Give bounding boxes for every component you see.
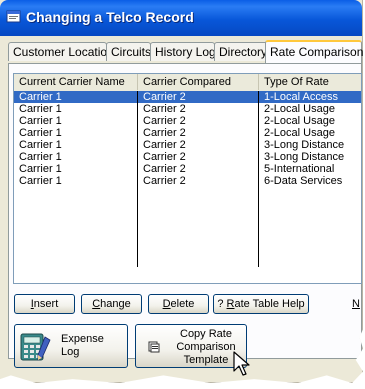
help-prefix: ? — [217, 298, 227, 310]
table-row[interactable]: Carrier 1 Carrier 2 1-Local Access — [14, 91, 361, 103]
cell-current-carrier: Carrier 1 — [19, 175, 62, 187]
rate-comparison-list[interactable]: Current Carrier Name Carrier Compared Ty… — [13, 73, 362, 284]
cell-current-carrier: Carrier 1 — [19, 127, 62, 139]
cell-type-of-rate: 2-Local Usage — [264, 115, 335, 127]
cell-current-carrier: Carrier 1 — [19, 151, 62, 163]
change-button[interactable]: Change — [81, 294, 142, 314]
table-row[interactable]: Carrier 1 Carrier 2 3-Long Distance — [14, 151, 361, 163]
copy-line-1: Copy Rate — [180, 328, 232, 340]
cell-carrier-compared: Carrier 2 — [143, 175, 186, 187]
list-body: Carrier 1 Carrier 2 1-Local Access Carrier … — [14, 91, 361, 187]
column-header-current-carrier[interactable]: Current Carrier Name — [14, 74, 138, 90]
table-row[interactable]: Carrier 1 Carrier 2 3-Long Distance — [14, 139, 361, 151]
mouse-pointer-icon — [233, 351, 250, 376]
rate-table-help-button[interactable]: ? Rate Table Help — [213, 294, 309, 314]
change-label: hange — [100, 298, 131, 310]
expense-log-button[interactable]: Expense Log — [14, 324, 128, 368]
cell-type-of-rate: 1-Local Access — [264, 91, 338, 103]
tab-directory[interactable]: Directory — [214, 42, 268, 61]
table-row[interactable]: Carrier 1 Carrier 2 2-Local Usage — [14, 103, 361, 115]
column-divider — [137, 91, 138, 267]
list-header: Current Carrier Name Carrier Compared Ty… — [14, 74, 361, 92]
table-row[interactable]: Carrier 1 Carrier 2 5-International — [14, 163, 361, 175]
column-divider — [258, 91, 259, 267]
delete-label: elete — [170, 298, 195, 310]
cell-current-carrier: Carrier 1 — [19, 91, 62, 103]
insert-button[interactable]: Insert — [14, 294, 75, 314]
tab-circuits[interactable]: Circuits — [106, 42, 151, 61]
window-title: Changing a Telco Record — [26, 9, 194, 25]
tab-history-log[interactable]: History Log — [150, 42, 216, 61]
table-row[interactable]: Carrier 1 Carrier 2 2-Local Usage — [14, 127, 361, 139]
cell-carrier-compared: Carrier 2 — [143, 91, 186, 103]
cell-type-of-rate: 3-Long Distance — [264, 139, 345, 151]
cell-current-carrier: Carrier 1 — [19, 163, 62, 175]
cell-type-of-rate: 6-Data Services — [264, 175, 343, 187]
cell-current-carrier: Carrier 1 — [19, 103, 62, 115]
expense-line-2: Log — [61, 346, 80, 358]
table-row[interactable]: Carrier 1 Carrier 2 6-Data Services — [14, 175, 361, 187]
telco-record-window: Changing a Telco Record Customer Locatio… — [0, 0, 363, 383]
cell-carrier-compared: Carrier 2 — [143, 151, 186, 163]
tab-strip: Customer Location Circuits History Log D… — [8, 40, 363, 64]
tab-rate-comparison[interactable]: Rate Comparison — [265, 40, 363, 63]
copy-rate-comparison-template-button[interactable]: Copy Rate Comparison Template — [135, 324, 247, 368]
help-label: ate Table Help — [234, 298, 305, 310]
cell-carrier-compared: Carrier 2 — [143, 139, 186, 151]
cell-type-of-rate: 5-International — [264, 163, 335, 175]
tab-customer-location[interactable]: Customer Location — [8, 42, 114, 61]
delete-button[interactable]: Delete — [148, 294, 209, 314]
column-header-carrier-compared[interactable]: Carrier Compared — [138, 74, 259, 90]
title-bar[interactable]: Changing a Telco Record — [0, 0, 362, 36]
help-accel: R — [226, 298, 235, 310]
next-link[interactable]: N — [352, 298, 360, 310]
column-header-type-of-rate[interactable]: Type Of Rate — [259, 74, 361, 90]
cell-type-of-rate: 2-Local Usage — [264, 127, 335, 139]
cell-type-of-rate: 2-Local Usage — [264, 103, 335, 115]
app-window-icon — [6, 10, 21, 23]
expense-line-1: Expense — [61, 333, 104, 345]
change-accel: C — [92, 298, 101, 310]
copy-template-icon — [148, 341, 160, 353]
cell-carrier-compared: Carrier 2 — [143, 127, 186, 139]
calculator-pencil-icon — [20, 333, 51, 361]
cell-current-carrier: Carrier 1 — [19, 115, 62, 127]
delete-accel: D — [162, 298, 171, 310]
cell-carrier-compared: Carrier 2 — [143, 115, 186, 127]
expense-log-label: Expense Log — [61, 333, 111, 359]
insert-label: nsert — [33, 298, 59, 310]
table-row[interactable]: Carrier 1 Carrier 2 2-Local Usage — [14, 115, 361, 127]
cell-carrier-compared: Carrier 2 — [143, 103, 186, 115]
cell-type-of-rate: 3-Long Distance — [264, 151, 345, 163]
cell-current-carrier: Carrier 1 — [19, 139, 62, 151]
cell-carrier-compared: Carrier 2 — [143, 163, 186, 175]
